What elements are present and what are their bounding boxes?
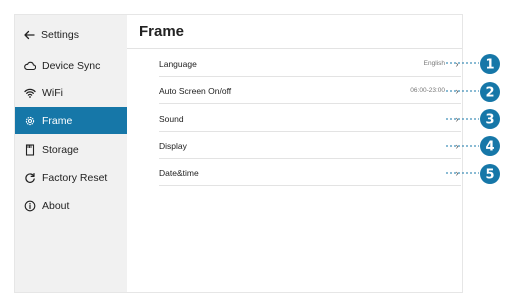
setting-value: 06:00-23:00 <box>410 87 445 94</box>
setting-row-sound[interactable]: Sound › <box>159 106 461 132</box>
sidebar-item-storage[interactable]: Storage <box>15 136 127 163</box>
sidebar-item-label: WiFi <box>42 86 63 99</box>
sidebar-item-label: Frame <box>42 114 73 127</box>
setting-row-date-time[interactable]: Date&time › <box>159 160 461 186</box>
setting-row-language[interactable]: Language English › <box>159 51 461 77</box>
gear-icon <box>25 116 35 125</box>
chevron-right-icon: › <box>455 167 459 178</box>
callout-number: 2 <box>485 86 494 101</box>
setting-label: Date&time <box>159 167 199 178</box>
back-button[interactable]: Settings <box>23 27 79 43</box>
info-icon <box>24 200 36 211</box>
sidebar: Settings Device Sync WiFi Frame Storage … <box>15 15 127 292</box>
chevron-right-icon: › <box>455 113 459 124</box>
chevron-right-icon: › <box>455 85 459 96</box>
sidebar-item-label: About <box>42 199 70 212</box>
setting-value: English <box>423 60 445 67</box>
sidebar-item-frame[interactable]: Frame <box>15 107 127 134</box>
chevron-right-icon: › <box>455 140 459 151</box>
callout-number: 1 <box>485 58 494 73</box>
sidebar-item-label: Device Sync <box>42 59 101 72</box>
setting-label: Auto Screen On/off <box>159 85 232 96</box>
callout-number: 4 <box>485 140 494 155</box>
sidebar-item-about[interactable]: About <box>15 192 127 219</box>
setting-label: Display <box>159 140 187 151</box>
callout-number: 5 <box>485 168 494 183</box>
sidebar-item-label: Storage <box>42 143 79 156</box>
settings-screen: Settings Device Sync WiFi Frame Storage … <box>14 14 463 293</box>
back-arrow-icon <box>24 30 35 40</box>
sidebar-item-wifi[interactable]: WiFi <box>15 79 127 106</box>
sidebar-item-label: Factory Reset <box>42 171 108 184</box>
sidebar-item-factory-reset[interactable]: Factory Reset <box>15 164 127 191</box>
page-title: Frame <box>139 23 185 40</box>
reset-icon <box>25 172 35 183</box>
main-content: Frame Language English › Auto Screen On/… <box>127 15 462 292</box>
cloud-icon <box>24 61 36 70</box>
title-divider <box>127 48 462 49</box>
setting-label: Language <box>159 58 197 69</box>
chevron-right-icon: › <box>455 58 459 69</box>
sidebar-item-device-sync[interactable]: Device Sync <box>15 52 127 79</box>
setting-row-auto-screen[interactable]: Auto Screen On/off 06:00-23:00 › <box>159 78 461 104</box>
callout-number: 3 <box>485 113 494 128</box>
setting-row-display[interactable]: Display › <box>159 133 461 159</box>
back-label: Settings <box>41 29 79 41</box>
setting-label: Sound <box>159 113 184 124</box>
wifi-icon <box>24 88 36 98</box>
storage-icon <box>25 143 35 156</box>
